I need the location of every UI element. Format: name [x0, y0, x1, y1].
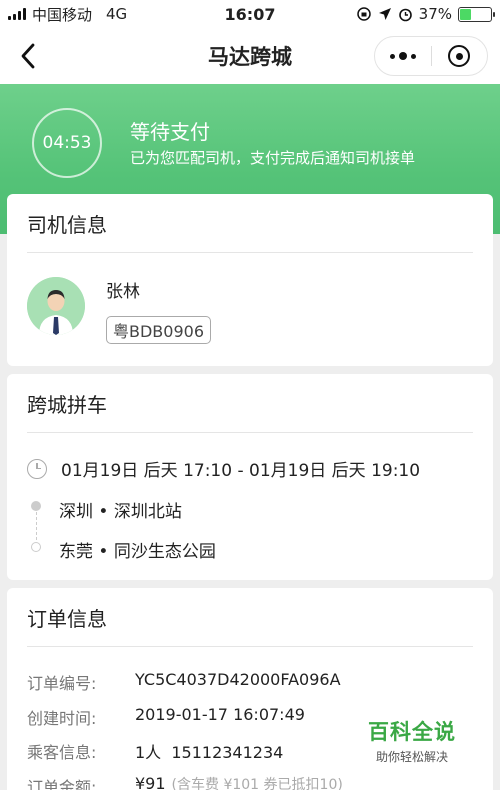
order-amount-label: 订单金额: — [27, 778, 97, 790]
network-type: 4G — [106, 5, 128, 23]
status-left: 中国移动 4G — [8, 4, 127, 25]
route-line — [35, 512, 37, 540]
status-bar: 中国移动 4G 16:07 37% — [0, 0, 500, 28]
target-icon — [448, 45, 471, 67]
location-icon — [378, 8, 391, 20]
carrier-name: 中国移动 — [32, 5, 93, 24]
battery-level — [460, 8, 472, 20]
order-number-value: YC5C4037D42000FA096A — [135, 670, 341, 689]
alarm-icon — [398, 8, 412, 21]
destination-stop: 东莞 • 同沙生态公园 — [59, 542, 216, 562]
status-title: 等待支付 — [130, 120, 210, 144]
origin-stop: 深圳 • 深圳北站 — [59, 502, 182, 522]
trip-section-title: 跨城拼车 — [27, 392, 107, 417]
signal-icon — [8, 8, 26, 20]
status-subtitle: 已为您匹配司机，支付完成后通知司机接单 — [130, 149, 416, 167]
created-time-row: 创建时间: 2019-01-17 16:07:49 — [27, 705, 305, 729]
created-time-value: 2019-01-17 16:07:49 — [135, 705, 305, 724]
origin-dot-icon — [31, 501, 41, 511]
order-amount-note: (含车费 ¥101 券已抵扣10) — [171, 777, 343, 790]
order-number-label: 订单编号: — [27, 674, 97, 693]
person-icon — [27, 277, 85, 335]
divider — [27, 646, 473, 647]
order-number-row: 订单编号: YC5C4037D42000FA096A — [27, 670, 341, 694]
trip-info-card: 跨城拼车 01月19日 后天 17:10 - 01月19日 后天 19:10 深… — [7, 374, 493, 580]
passenger-info-label: 乘客信息: — [27, 743, 97, 762]
order-amount-value: ¥91 — [135, 774, 166, 790]
watermark-title: 百科全说 — [368, 720, 456, 744]
chevron-left-icon — [21, 43, 35, 69]
trip-time-row: 01月19日 后天 17:10 - 01月19日 后天 19:10 — [27, 456, 420, 481]
back-button[interactable] — [6, 34, 50, 78]
order-amount-row: 订单金额: ¥91 (含车费 ¥101 券已抵扣10) — [27, 774, 343, 790]
more-button[interactable] — [375, 37, 431, 75]
watermark-logo: 百科全说 助你轻松解决 — [368, 716, 456, 765]
order-section-title: 订单信息 — [27, 606, 107, 631]
more-icon — [389, 52, 416, 60]
close-mini-program-button[interactable] — [432, 37, 488, 75]
destination-dot-icon — [31, 542, 41, 552]
license-plate: 粤BDB0906 — [106, 316, 211, 344]
driver-avatar — [27, 277, 85, 335]
driver-section-title: 司机信息 — [27, 212, 107, 237]
status-right: 37% — [356, 5, 495, 23]
passenger-info-row: 乘客信息: 1人 15112341234 — [27, 739, 283, 763]
countdown-timer: 04:53 — [32, 108, 102, 178]
driver-info-card: 司机信息 张林 粤BDB0906 — [7, 194, 493, 366]
nav-bar: 马达跨城 — [0, 28, 500, 84]
driver-row: 张林 粤BDB0906 — [7, 253, 493, 365]
trip-time-range: 01月19日 后天 17:10 - 01月19日 后天 19:10 — [61, 461, 421, 481]
clock-icon — [27, 458, 47, 479]
passenger-info-value: 1人 15112341234 — [135, 743, 284, 762]
countdown-text: 04:53 — [42, 133, 92, 153]
watermark-subtitle: 助你轻松解决 — [375, 750, 448, 764]
driver-name: 张林 — [106, 282, 140, 302]
divider — [27, 432, 473, 433]
battery-percent: 37% — [418, 5, 452, 23]
mini-program-capsule — [374, 36, 488, 76]
orientation-lock-icon — [356, 7, 371, 21]
battery-icon — [458, 6, 495, 22]
created-time-label: 创建时间: — [27, 709, 97, 728]
